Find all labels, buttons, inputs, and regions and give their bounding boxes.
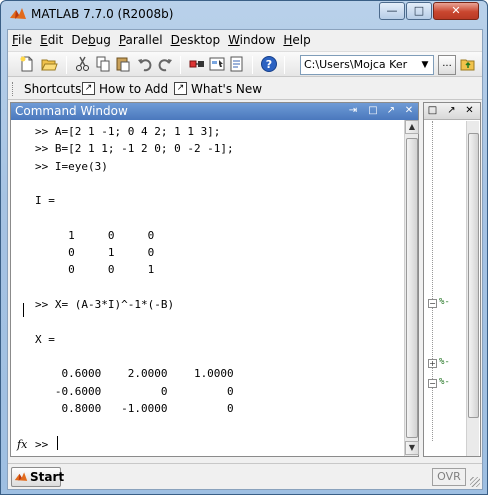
text-cursor xyxy=(57,436,58,450)
close-button[interactable]: ✕ xyxy=(433,2,479,20)
collapse-node-icon[interactable]: − xyxy=(428,299,437,308)
close-pane-icon[interactable]: ✕ xyxy=(464,105,475,117)
window-title: MATLAB 7.7.0 (R2008b) xyxy=(31,7,174,21)
resize-grip-icon[interactable] xyxy=(470,477,480,487)
command-output-line: X = xyxy=(35,332,55,346)
undock-arrow-icon[interactable]: ↗ xyxy=(446,105,457,117)
new-file-icon[interactable] xyxy=(18,55,36,73)
expand-node-icon[interactable]: + xyxy=(428,359,437,368)
scroll-down-icon[interactable]: ▼ xyxy=(405,441,419,455)
toolbar-separator xyxy=(284,56,285,74)
command-output-line: >> B=[2 1 1; -1 2 0; 0 -2 -1]; xyxy=(35,142,234,156)
scroll-up-icon[interactable]: ▲ xyxy=(405,120,419,134)
history-entry-marker: %- xyxy=(439,377,450,387)
maximize-pane-icon[interactable]: □ xyxy=(367,105,379,117)
maximize-pane-icon[interactable]: □ xyxy=(427,105,438,117)
matlab-window: MATLAB 7.7.0 (R2008b) — □ ✕ File Edit Debu… xyxy=(0,0,488,495)
command-output-line: -0.6000 0 0 xyxy=(35,384,234,398)
redo-icon[interactable] xyxy=(156,55,174,73)
whats-new-link[interactable]: What's New xyxy=(191,82,262,96)
command-output-line: 0 1 0 xyxy=(35,246,155,260)
menu-debug[interactable]: Debug xyxy=(71,33,110,47)
history-entry-marker: %- xyxy=(439,357,450,367)
up-folder-icon[interactable] xyxy=(459,55,477,73)
workspace-pane-header[interactable]: □ ↗ ✕ xyxy=(424,103,480,120)
history-entry-marker: %- xyxy=(439,297,450,307)
command-output-line: 0 0 1 xyxy=(35,263,155,277)
function-browser-icon[interactable]: fx xyxy=(17,438,27,451)
title-bar[interactable]: MATLAB 7.7.0 (R2008b) — □ ✕ xyxy=(1,1,487,29)
maximize-button[interactable]: □ xyxy=(406,2,432,20)
command-output-line: >> X= (A-3*I)^-1*(-B) xyxy=(35,298,175,311)
matlab-logo-icon xyxy=(14,472,28,481)
command-output-line: 0.8000 -1.0000 0 xyxy=(35,401,234,415)
how-to-add-link[interactable]: How to Add xyxy=(99,82,168,96)
command-output-line: >> I=eye(3) xyxy=(35,159,108,173)
shortcut-arrow-icon: ↗ xyxy=(82,82,95,95)
help-icon[interactable]: ? xyxy=(260,55,278,73)
undock-arrow-icon[interactable]: ↗ xyxy=(385,105,397,117)
profiler-icon[interactable] xyxy=(228,55,246,73)
menu-desktop[interactable]: Desktop xyxy=(171,33,221,47)
command-output-line: >> A=[2 1 -1; 0 4 2; 1 1 3]; xyxy=(35,125,221,138)
overwrite-indicator: OVR xyxy=(432,468,466,486)
undo-icon[interactable] xyxy=(136,55,154,73)
status-bar: Start OVR xyxy=(8,463,482,489)
minimize-button[interactable]: — xyxy=(379,2,405,20)
chevron-down-icon[interactable]: ▼ xyxy=(417,56,433,74)
menu-bar: File Edit Debug Parallel Desktop Window Help xyxy=(8,30,482,50)
text-cursor-history xyxy=(23,303,24,317)
start-button[interactable]: Start xyxy=(11,467,65,487)
toolbar-separator xyxy=(252,56,253,74)
command-window-scrollbar[interactable]: ▲ ▼ xyxy=(404,120,419,456)
command-prompt: >> xyxy=(35,438,49,451)
simulink-icon[interactable] xyxy=(188,55,206,73)
main-client: File Edit Debug Parallel Desktop Window Help xyxy=(7,29,483,490)
toolbar: ? C:\Users\Mojca Ker ▼ ... xyxy=(8,51,482,77)
open-folder-icon[interactable] xyxy=(40,55,58,73)
menu-edit[interactable]: Edit xyxy=(40,33,63,47)
close-pane-icon[interactable]: ✕ xyxy=(403,105,415,117)
command-output[interactable]: fx >> >> A=[2 1 -1; 0 4 2; 1 1 3]; >> B=[… xyxy=(11,120,403,456)
scrollbar-thumb[interactable] xyxy=(468,133,479,418)
workspace-pane: □ ↗ ✕ − %- + %- − %- xyxy=(423,102,481,457)
undock-icon[interactable]: ⇥ xyxy=(347,105,359,117)
guide-icon[interactable] xyxy=(208,55,226,73)
workspace-scrollbar[interactable] xyxy=(466,121,479,456)
command-output-line: 0.6000 2.0000 1.0000 xyxy=(35,367,234,381)
paste-icon[interactable] xyxy=(114,55,132,73)
toolbar-grip[interactable] xyxy=(12,82,15,96)
cut-icon[interactable] xyxy=(74,55,92,73)
command-output-line: I = xyxy=(35,194,55,208)
scrollbar-thumb[interactable] xyxy=(406,138,418,438)
shortcut-arrow-icon: ↗ xyxy=(174,82,187,95)
tree-guide-line xyxy=(432,121,433,441)
start-label: Start xyxy=(30,470,65,484)
toolbar-separator xyxy=(66,56,67,74)
browse-folder-button[interactable]: ... xyxy=(438,55,456,75)
command-window-title: Command Window xyxy=(15,104,128,118)
collapse-node-icon[interactable]: − xyxy=(428,379,437,388)
menu-help[interactable]: Help xyxy=(283,33,310,47)
current-folder-combo[interactable]: C:\Users\Mojca Ker ▼ xyxy=(300,55,434,75)
menu-window[interactable]: Window xyxy=(228,33,275,47)
command-output-line: 1 0 0 xyxy=(35,228,155,242)
menu-file[interactable]: File xyxy=(12,33,32,47)
current-folder-path: C:\Users\Mojca Ker xyxy=(304,58,408,71)
svg-text:?: ? xyxy=(266,58,272,71)
command-window: Command Window ⇥ □ ↗ ✕ fx >> >> A=[2 1 -… xyxy=(10,102,419,457)
copy-icon[interactable] xyxy=(94,55,112,73)
matlab-logo-icon xyxy=(10,8,26,19)
shortcuts-bar: Shortcuts ↗ How to Add ↗ What's New xyxy=(8,78,482,100)
shortcuts-label[interactable]: Shortcuts xyxy=(24,82,81,96)
command-window-header[interactable]: Command Window ⇥ □ ↗ ✕ xyxy=(11,103,418,120)
menu-parallel[interactable]: Parallel xyxy=(119,33,163,47)
toolbar-separator xyxy=(180,56,181,74)
